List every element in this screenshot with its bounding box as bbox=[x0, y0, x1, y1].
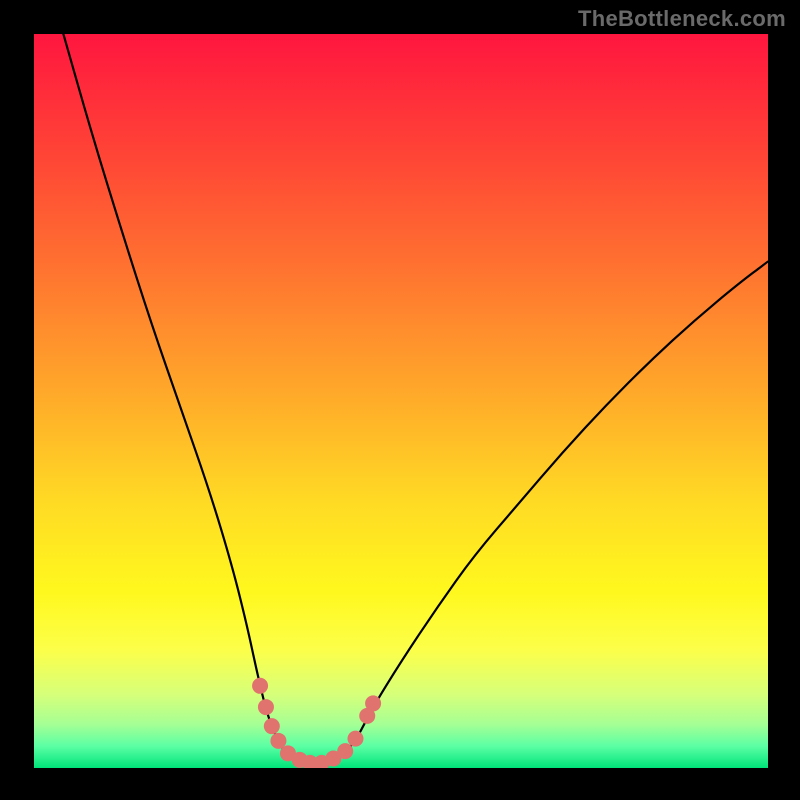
gradient-background bbox=[34, 34, 768, 768]
highlight-dot bbox=[252, 678, 268, 694]
watermark-text: TheBottleneck.com bbox=[578, 6, 786, 32]
highlight-dot bbox=[347, 731, 363, 747]
plot-area bbox=[34, 34, 768, 768]
highlight-dot bbox=[365, 695, 381, 711]
highlight-dot bbox=[337, 743, 353, 759]
highlight-dot bbox=[264, 718, 280, 734]
highlight-dot bbox=[258, 699, 274, 715]
chart-svg bbox=[34, 34, 768, 768]
chart-frame: TheBottleneck.com bbox=[0, 0, 800, 800]
